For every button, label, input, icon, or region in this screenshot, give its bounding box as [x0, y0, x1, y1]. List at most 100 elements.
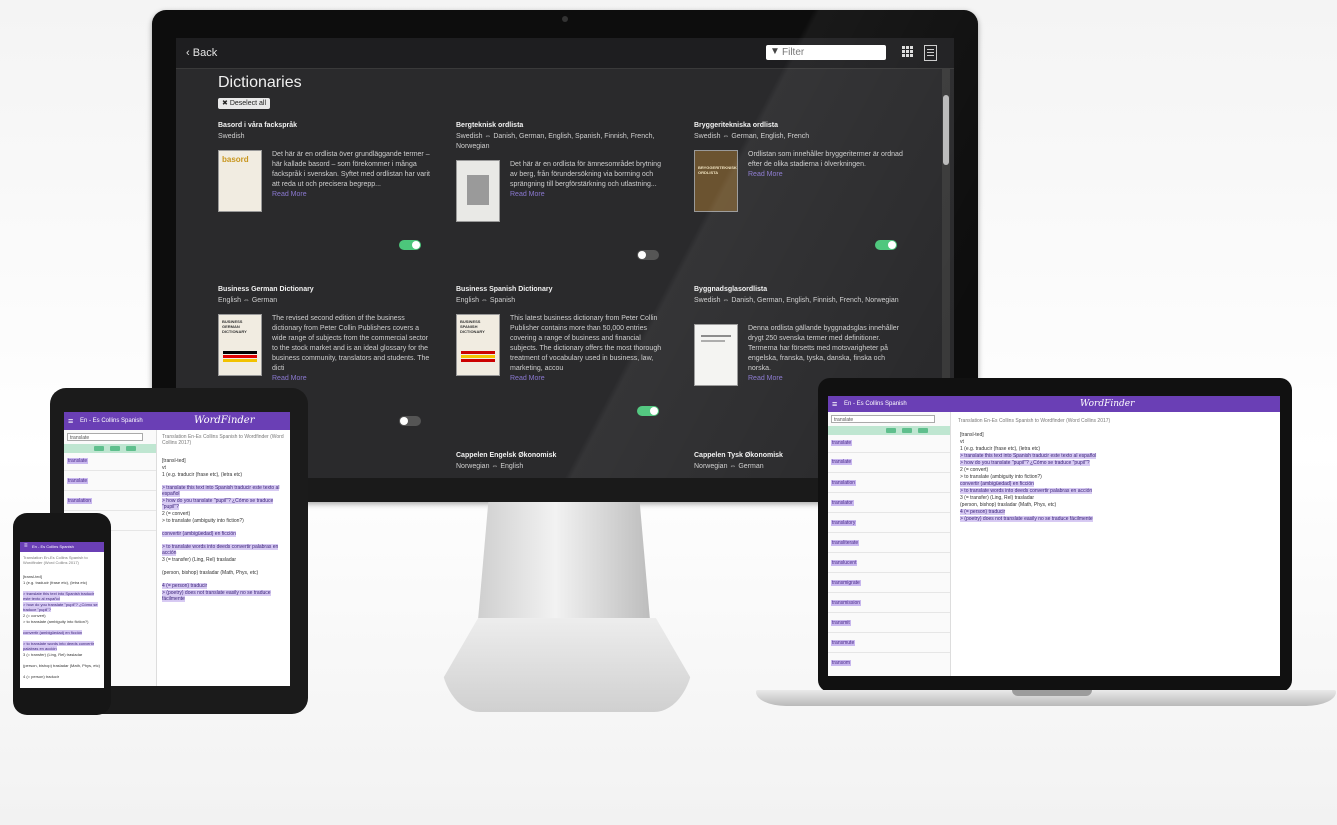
dictionary-cover: BUSINESS SPANISH DICTIONARY: [456, 314, 500, 376]
list-item[interactable]: translate: [831, 440, 853, 446]
app-header: ≡ En - Es Collins Spanish: [20, 542, 104, 552]
entry-line: > translate this text into Spanish tradu…: [162, 485, 280, 497]
dictionary-selector[interactable]: En - Es Collins Spanish: [80, 418, 143, 424]
page-title: Dictionaries: [218, 74, 302, 91]
filter-bar: [828, 426, 950, 435]
entry-line: > to translate words into deeds converti…: [23, 641, 95, 651]
webcam: [562, 16, 568, 22]
entry-line: > translate this text into Spanish tradu…: [960, 453, 1097, 459]
cover-caption: BUSINESS GERMAN DICTIONARY: [222, 319, 247, 334]
entry-panel: Translation En-Es Collins Spanish to Wor…: [952, 412, 1280, 676]
phone-screen: ≡ En - Es Collins Spanish Translation En…: [20, 542, 104, 688]
grid-view-icon[interactable]: [902, 46, 914, 58]
list-item[interactable]: translate: [67, 458, 89, 464]
entry-line: 2 (= convert): [23, 613, 46, 618]
entry-panel: Translation En-Es Collins Spanish to Wor…: [158, 430, 290, 686]
search-input[interactable]: translate: [831, 415, 935, 423]
filter-chip[interactable]: [126, 446, 136, 451]
app-header: ≡ En - Es Collins Spanish WordFinder: [64, 412, 290, 430]
description-text: This latest business dictionary from Pet…: [510, 315, 662, 372]
dictionary-toggle[interactable]: [875, 240, 897, 250]
entry-line: 3 (= transfer) (Ling, Rel) trasladar: [23, 652, 83, 657]
dictionary-card: Basord i våra fackspråk Swedish basord D…: [218, 122, 433, 272]
list-item[interactable]: transmission: [831, 600, 862, 606]
breadcrumb: Translation En-Es Collins Spanish to Wor…: [958, 418, 1111, 424]
dictionary-cover: [456, 160, 500, 222]
top-bar: ‹ Back ▼: [176, 38, 954, 69]
document-view-icon[interactable]: [924, 45, 937, 61]
filter-chip[interactable]: [902, 428, 912, 433]
dictionary-selector[interactable]: En - Es Collins Spanish: [844, 401, 907, 407]
dictionary-name: Bergteknisk ordlista: [456, 122, 524, 129]
entry-line: (person, bishop) trasladar (Math, Phys, …: [162, 570, 259, 576]
dictionary-name: Business Spanish Dictionary: [456, 286, 553, 293]
list-item[interactable]: translatory: [831, 520, 857, 526]
entry-line: > translate this text into Spanish tradu…: [23, 591, 95, 601]
dictionary-languages: Swedish ⇔ Danish, German, English, Finni…: [694, 297, 899, 304]
filter-input[interactable]: [782, 46, 882, 59]
dictionary-card: Bergteknisk ordlista Swedish ⇔ Danish, G…: [456, 122, 671, 272]
read-more-link[interactable]: Read More: [510, 374, 670, 384]
list-item[interactable]: transmigrate: [831, 580, 861, 586]
dictionary-toggle[interactable]: [399, 240, 421, 250]
entry-line: > (poetry) does not translate easily no …: [162, 590, 271, 602]
filter-field[interactable]: ▼: [766, 45, 886, 60]
dictionary-toggle[interactable]: [637, 250, 659, 260]
dictionary-card: Business Spanish Dictionary English ⇔ Sp…: [456, 286, 671, 436]
dictionary-card: Bryggeritekniska ordlista Swedish ⇔ Germ…: [694, 122, 909, 272]
list-item[interactable]: translation: [67, 498, 93, 504]
dictionary-name: Cappelen Engelsk Økonomisk: [456, 452, 557, 459]
description-text: Denna ordlista gällande byggnadsglas inn…: [748, 325, 899, 372]
dictionary-selector[interactable]: En - Es Collins Spanish: [32, 544, 74, 549]
dictionary-name: Cappelen Tysk Økonomisk: [694, 452, 783, 459]
list-item[interactable]: translucent: [831, 560, 858, 566]
cover-caption: BUSINESS SPANISH DICTIONARY: [460, 319, 485, 334]
entry-line: > to translate words into deeds converti…: [960, 488, 1093, 494]
list-item[interactable]: transliterate: [831, 540, 860, 546]
laptop-notch: [1012, 690, 1092, 696]
read-more-link[interactable]: Read More: [510, 190, 670, 200]
entry-line: (person, bishop) trasladar (Math, Phys, …: [960, 502, 1057, 508]
dictionary-languages: Swedish ⇔ German, English, French: [694, 133, 810, 140]
entry-line: 1 (e.g. traducir (frase etc), (letra etc…: [960, 446, 1041, 452]
filter-chip[interactable]: [918, 428, 928, 433]
list-item[interactable]: translator: [831, 500, 854, 506]
menu-icon[interactable]: ≡: [68, 416, 73, 426]
read-more-link[interactable]: Read More: [272, 190, 432, 200]
list-item[interactable]: transom: [831, 660, 852, 666]
entry-line: 4 (= person) traducir: [162, 583, 208, 589]
read-more-link[interactable]: Read More: [272, 374, 432, 384]
list-item[interactable]: transmute: [831, 640, 856, 646]
list-item[interactable]: translation: [831, 480, 857, 486]
list-item[interactable]: translate: [831, 459, 853, 465]
deselect-all-button[interactable]: ✖ Deselect all: [218, 98, 270, 109]
entry-line: > to translate (ambiguity into fiction?): [960, 474, 1042, 480]
wordfinder-logo: WordFinder: [194, 415, 255, 426]
entry-line: convertir (ambigüedad) en ficción: [162, 531, 236, 537]
app-header: ≡ En - Es Collins Spanish WordFinder: [828, 396, 1280, 412]
entry-line: 3 (= transfer) (Ling, Rel) trasladar: [960, 495, 1035, 501]
filter-chip[interactable]: [886, 428, 896, 433]
dictionary-toggle[interactable]: [637, 406, 659, 416]
dictionary-name: Byggnadsglasordlista: [694, 286, 768, 293]
back-button[interactable]: ‹ Back: [186, 47, 217, 59]
deselect-all-label: Deselect all: [229, 100, 266, 107]
search-input[interactable]: translate: [67, 433, 143, 441]
entry-line: [transl-ted]: [162, 458, 186, 464]
list-item[interactable]: translate: [67, 478, 89, 484]
read-more-link[interactable]: Read More: [748, 170, 908, 180]
entry-line: vt: [162, 465, 166, 471]
laptop-screen: ≡ En - Es Collins Spanish WordFinder tra…: [828, 396, 1280, 676]
entry-line: (person, bishop) trasladar (Math, Phys, …: [23, 663, 100, 668]
list-item[interactable]: transmit: [831, 620, 851, 626]
menu-icon[interactable]: ≡: [24, 543, 28, 549]
menu-icon[interactable]: ≡: [832, 399, 837, 409]
entry-line: 2 (= convert): [960, 467, 989, 473]
filter-chip[interactable]: [94, 446, 104, 451]
entry-line: convertir (ambigüedad) en ficción: [960, 481, 1034, 487]
filter-chip[interactable]: [110, 446, 120, 451]
entry-line: [transl-ted]: [23, 574, 42, 579]
dictionary-toggle[interactable]: [399, 416, 421, 426]
dictionary-description: Det här är en ordlista över grundläggand…: [272, 150, 432, 200]
dictionary-languages: Swedish ⇔ Danish, German, English, Spani…: [456, 133, 655, 150]
